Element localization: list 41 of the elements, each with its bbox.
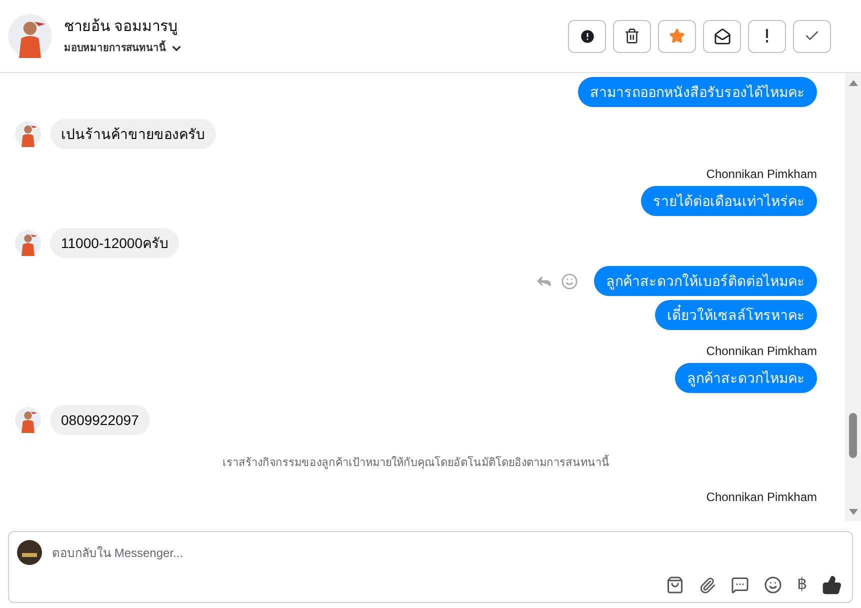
paperclip-icon[interactable] <box>699 576 716 594</box>
like-icon[interactable] <box>822 575 842 595</box>
scrollbar[interactable] <box>845 73 861 521</box>
star-icon <box>669 28 685 44</box>
alert-icon <box>578 28 596 44</box>
avatar-icon <box>15 230 41 256</box>
exclamation-icon <box>765 29 769 43</box>
star-button[interactable] <box>658 20 696 52</box>
incoming-message: 11000-12000ครับ <box>50 228 180 258</box>
notice-text: เราสร้างกิจกรรมของลูกค้าเป้าหมายให้กับคุณโดยอัตโนมัติโดยอิงตามการสนทนานี้ <box>222 455 610 472</box>
shopping-bag-icon[interactable] <box>666 576 684 594</box>
contact-name: ชายอ้น จอมมารบู <box>64 16 180 36</box>
avatar-icon <box>15 121 41 147</box>
outgoing-message: รายได้ต่อเดือนเท่าไหร่คะ <box>641 186 817 216</box>
currency-button[interactable]: ฿ <box>797 573 807 597</box>
avatar-icon <box>17 540 42 565</box>
check-button[interactable] <box>793 20 831 52</box>
incoming-message: 0809922097 <box>50 405 150 435</box>
assign-dropdown[interactable]: มอบหมายการสนทนานี้ <box>64 40 183 56</box>
alert-button[interactable] <box>568 20 606 52</box>
trash-button[interactable] <box>613 20 651 52</box>
mail-button[interactable] <box>703 20 741 52</box>
scroll-thumb[interactable] <box>849 413 857 458</box>
sender-name: Chonnikan Pimkham <box>706 343 817 360</box>
emoji-icon[interactable] <box>764 576 782 594</box>
sender-name: Chonnikan Pimkham <box>706 166 817 183</box>
scroll-down-icon[interactable] <box>848 509 858 515</box>
trash-icon <box>624 28 640 44</box>
avatar-icon <box>8 14 52 58</box>
scroll-up-icon[interactable] <box>848 80 858 86</box>
chat-bubble-icon[interactable] <box>731 576 749 594</box>
sender-name: Chonnikan Pimkham <box>706 488 817 506</box>
envelope-icon <box>714 28 730 44</box>
outgoing-message: เดี๋ยวให้เซลล์โทรหาคะ <box>655 300 817 330</box>
incoming-message: เปนร้านค้าขายของครับ <box>50 119 216 149</box>
outgoing-message: สามารถออกหนังสือรับรองได้ไหมคะ <box>578 77 817 107</box>
exclaim-button[interactable] <box>748 20 786 52</box>
outgoing-message: ลูกค้าสะดวกไหมคะ <box>675 363 817 393</box>
outgoing-message: ลูกค้าสะดวกให้เบอร์ติดต่อไหมคะ <box>594 266 817 296</box>
avatar-icon <box>15 407 41 433</box>
reply-input[interactable]: ตอบกลับใน Messenger... <box>52 544 844 562</box>
